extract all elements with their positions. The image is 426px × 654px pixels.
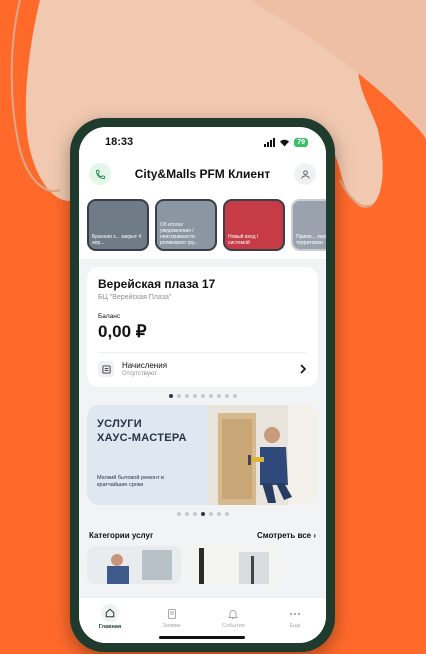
see-all-link[interactable]: Смотреть все › bbox=[257, 531, 316, 540]
receipt-icon bbox=[98, 361, 114, 377]
carousel-pagination bbox=[79, 387, 326, 405]
wifi-icon bbox=[280, 139, 290, 146]
categories-row bbox=[79, 546, 326, 584]
property-title: Верейская плаза 17 bbox=[98, 277, 216, 291]
pagination-dot[interactable] bbox=[200, 512, 205, 516]
home-icon bbox=[105, 608, 115, 618]
stories-carousel[interactable]: Бранная з... закрыт 4 апр... Об итогах у… bbox=[79, 191, 326, 259]
category-image bbox=[189, 546, 283, 584]
accruals-title: Начисления bbox=[122, 361, 168, 370]
property-subtitle: БЦ "Верейская Плаза" bbox=[98, 294, 172, 301]
categories-header: Категории услуг Смотреть все › bbox=[79, 523, 326, 546]
status-time: 18:33 bbox=[105, 136, 134, 148]
tab-more[interactable]: Ещё bbox=[270, 604, 320, 629]
bell-icon bbox=[228, 610, 239, 619]
balance-value: 0,00 ₽ bbox=[98, 322, 147, 341]
pagination-dot[interactable] bbox=[200, 394, 205, 398]
property-card[interactable]: Верейская плаза 17 БЦ "Верейская Плаза" … bbox=[87, 267, 318, 387]
pagination-dot[interactable] bbox=[216, 394, 221, 398]
tab-events[interactable]: События bbox=[208, 604, 258, 629]
banner-title-line1: УСЛУГИ bbox=[97, 418, 143, 430]
pagination-dot[interactable] bbox=[168, 394, 173, 398]
home-indicator bbox=[159, 636, 245, 639]
story-card[interactable]: Об итогах уведомления / неисправности ро… bbox=[155, 199, 217, 251]
handyman-photo bbox=[208, 405, 318, 505]
banner-title-line2: ХАУС-МАСТЕРА bbox=[97, 432, 187, 444]
accruals-status: Отсутствуют bbox=[122, 371, 157, 377]
pagination-dot[interactable] bbox=[232, 394, 237, 398]
tab-requests[interactable]: Заявки bbox=[147, 604, 197, 629]
accruals-row[interactable]: Начисления Отсутствуют bbox=[98, 352, 307, 377]
pagination-dot[interactable] bbox=[176, 394, 181, 398]
phone-screen: 18:33 79 City&Malls PFM Клиент Бранная з… bbox=[79, 127, 326, 643]
category-card[interactable] bbox=[87, 546, 181, 584]
battery-icon: 79 bbox=[294, 137, 308, 147]
banner-pagination bbox=[79, 505, 326, 523]
promo-banner[interactable]: УСЛУГИ ХАУС-МАСТЕРА Мелкий бытовой ремон… bbox=[87, 405, 318, 505]
pagination-dot[interactable] bbox=[184, 512, 189, 516]
document-icon bbox=[167, 609, 176, 619]
story-card[interactable]: Прием... передача / территории bbox=[291, 199, 326, 251]
pagination-dot[interactable] bbox=[184, 394, 189, 398]
more-icon bbox=[289, 612, 301, 616]
pagination-dot[interactable] bbox=[192, 394, 197, 398]
pagination-dot[interactable] bbox=[208, 394, 213, 398]
tab-bar: Главная Заявки События Ещё bbox=[79, 597, 326, 643]
story-card[interactable]: Новый вход / системой bbox=[223, 199, 285, 251]
pagination-dot[interactable] bbox=[224, 394, 229, 398]
profile-button[interactable] bbox=[294, 163, 316, 185]
pagination-dot[interactable] bbox=[216, 512, 221, 516]
category-card[interactable] bbox=[189, 546, 283, 584]
pagination-dot[interactable] bbox=[208, 512, 213, 516]
category-image bbox=[87, 546, 181, 584]
user-icon bbox=[300, 169, 310, 179]
banner-subtitle: Мелкий бытовой ремонт в кратчайшие сроки bbox=[97, 475, 164, 488]
story-card[interactable]: Бранная з... закрыт 4 апр... bbox=[87, 199, 149, 251]
pagination-dot[interactable] bbox=[192, 512, 197, 516]
tab-home[interactable]: Главная bbox=[85, 604, 135, 630]
signal-icon bbox=[264, 137, 276, 147]
balance-label: Баланс bbox=[98, 313, 121, 320]
categories-title: Категории услуг bbox=[89, 531, 154, 540]
pagination-dot[interactable] bbox=[176, 512, 181, 516]
chevron-right-icon bbox=[300, 364, 307, 374]
phone-button[interactable] bbox=[89, 163, 111, 185]
pagination-dot[interactable] bbox=[224, 512, 229, 516]
status-bar: 18:33 79 bbox=[79, 127, 326, 157]
app-title: City&Malls PFM Клиент bbox=[134, 167, 271, 181]
phone-frame: 18:33 79 City&Malls PFM Клиент Бранная з… bbox=[70, 118, 335, 652]
phone-icon bbox=[95, 169, 105, 179]
app-header: City&Malls PFM Клиент bbox=[79, 157, 326, 191]
